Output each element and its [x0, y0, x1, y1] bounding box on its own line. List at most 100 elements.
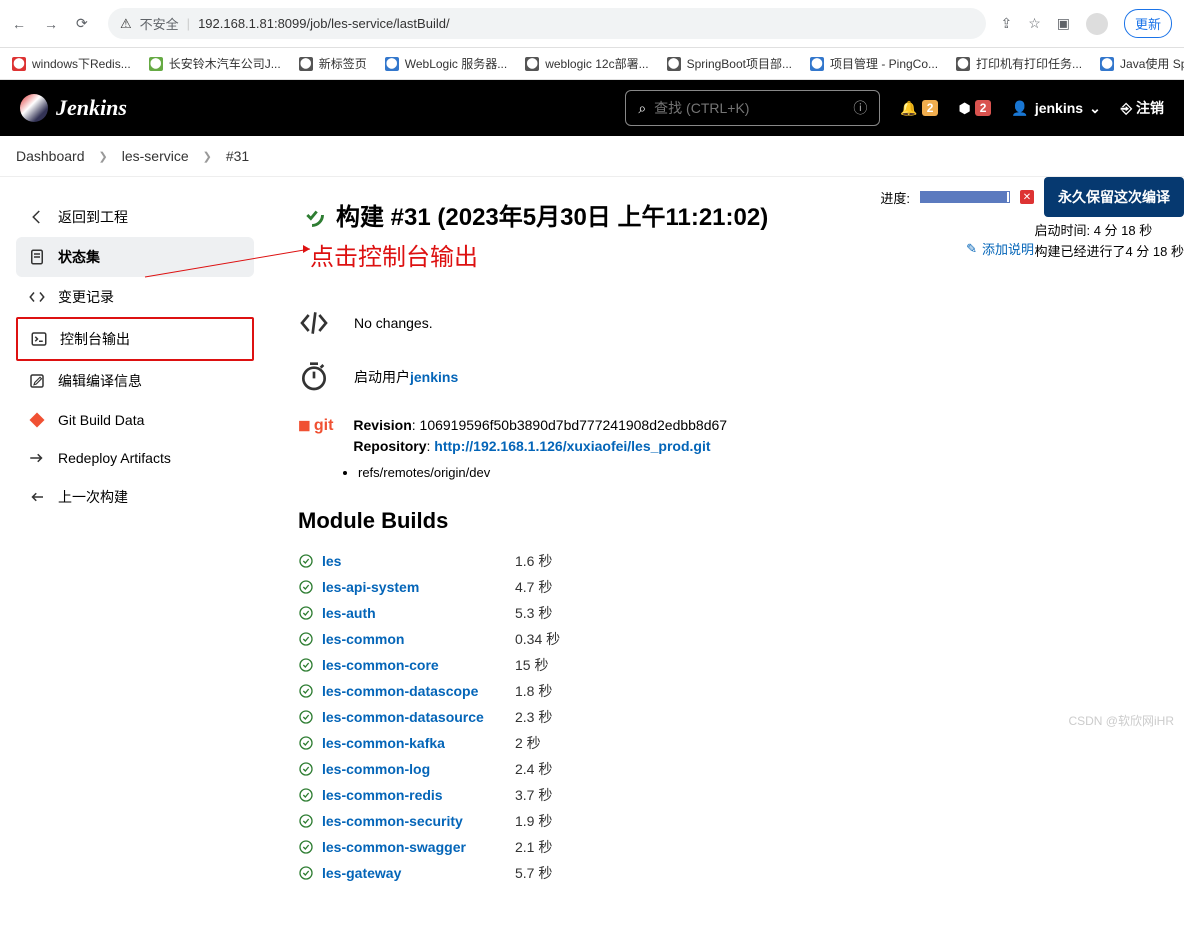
module-duration: 0.34 秒	[515, 629, 560, 649]
user-name: jenkins	[1035, 100, 1083, 116]
repo-link[interactable]: http://192.168.1.126/xuxiaofei/les_prod.…	[434, 438, 710, 454]
jenkins-logo[interactable]: Jenkins	[20, 94, 127, 122]
sidebar-item-git[interactable]: Git Build Data	[16, 401, 254, 439]
module-link[interactable]: les-api-system	[322, 579, 507, 595]
sidebar-item-label: 状态集	[58, 247, 100, 267]
module-row: les1.6 秒	[298, 548, 1156, 574]
success-icon	[298, 553, 314, 569]
sidebar-item-arrow-left[interactable]: 返回到工程	[16, 197, 254, 237]
success-icon	[298, 605, 314, 621]
favicon-icon: ⬤	[525, 57, 539, 71]
insecure-label: 不安全	[140, 14, 179, 33]
sidebar-item-label: 控制台输出	[60, 329, 130, 349]
help-icon[interactable]: ⓘ	[853, 98, 867, 118]
sidebar-item-terminal[interactable]: 控制台输出	[16, 317, 254, 361]
module-duration: 1.8 秒	[515, 681, 552, 701]
insecure-icon: ⚠	[120, 16, 132, 32]
module-link[interactable]: les-common	[322, 631, 507, 647]
success-spin-icon	[298, 201, 326, 229]
shield-icon[interactable]: ⬢	[958, 100, 970, 117]
module-row: les-common-security1.9 秒	[298, 808, 1156, 834]
bookmark-label: WebLogic 服务器...	[405, 55, 507, 72]
module-duration: 15 秒	[515, 655, 548, 675]
search-input[interactable]	[654, 100, 845, 116]
keep-build-button[interactable]: 永久保留这次编译	[1044, 177, 1184, 217]
search-box[interactable]: ⌕ ⓘ	[625, 90, 880, 126]
success-icon	[298, 839, 314, 855]
bookmark-item[interactable]: ⬤ WebLogic 服务器...	[385, 55, 507, 72]
favicon-icon: ⬤	[667, 57, 681, 71]
panel-icon[interactable]: ▣	[1057, 15, 1070, 32]
no-changes-text: No changes.	[354, 315, 433, 331]
bookmark-item[interactable]: ⬤Java使用 Springbo...	[1100, 55, 1184, 72]
sidebar-item-label: 变更记录	[58, 287, 114, 307]
revision-label: Revision	[353, 417, 411, 433]
jenkins-brand-text: Jenkins	[56, 95, 127, 121]
module-link[interactable]: les-common-redis	[322, 787, 507, 803]
module-link[interactable]: les-gateway	[322, 865, 507, 881]
success-icon	[298, 761, 314, 777]
reload-icon[interactable]: ⟳	[76, 15, 94, 32]
module-link[interactable]: les-common-security	[322, 813, 507, 829]
logout-button[interactable]: ⎆ 注销	[1121, 98, 1164, 118]
update-button[interactable]: 更新	[1124, 9, 1172, 38]
bookmark-item[interactable]: ⬤打印机有打印任务...	[956, 55, 1082, 72]
success-icon	[298, 735, 314, 751]
sidebar-item-edit[interactable]: 编辑编译信息	[16, 361, 254, 401]
favicon-icon: ⬤	[385, 57, 399, 71]
jenkins-header: Jenkins ⌕ ⓘ 🔔 2 ⬢ 2 👤 jenkins ⌄ ⎆ 注销	[0, 80, 1184, 136]
module-link[interactable]: les-common-datasource	[322, 709, 507, 725]
back-icon[interactable]: ←	[12, 16, 30, 32]
cancel-build-icon[interactable]: ✕	[1020, 190, 1034, 204]
bookmark-label: 项目管理 - PingCo...	[830, 55, 938, 72]
running-label: 构建已经进行了4 分 18 秒	[1034, 242, 1184, 263]
bookmark-item[interactable]: ⬤windows下Redis...	[12, 55, 131, 72]
module-row: les-common 0.34 秒	[298, 626, 1156, 652]
module-link[interactable]: les-common-swagger	[322, 839, 507, 855]
code-icon	[28, 288, 46, 306]
module-link[interactable]: les-common-core	[322, 657, 507, 673]
profile-icon[interactable]	[1086, 13, 1108, 35]
crumb-job[interactable]: les-service	[122, 148, 189, 164]
bookmark-item[interactable]: ⬤新标签页	[299, 55, 367, 72]
crumb-dashboard[interactable]: Dashboard	[16, 148, 85, 164]
bell-icon[interactable]: 🔔	[900, 100, 917, 117]
started-label: 启动时间:	[1034, 223, 1090, 238]
notif-count-2: 2	[975, 100, 992, 116]
module-link[interactable]: les-common-log	[322, 761, 507, 777]
module-row: les-auth 5.3 秒	[298, 600, 1156, 626]
started-by-text: 启动用户jenkins	[354, 367, 458, 387]
module-row: les-common-log2.4 秒	[298, 756, 1156, 782]
bookmark-item[interactable]: ⬤weblogic 12c部署...	[525, 55, 648, 72]
module-link[interactable]: les	[322, 553, 507, 569]
share-icon[interactable]: ⇪	[1000, 15, 1012, 32]
user-menu[interactable]: 👤 jenkins ⌄	[1011, 100, 1100, 117]
module-duration: 5.7 秒	[515, 863, 552, 883]
module-link[interactable]: les-common-kafka	[322, 735, 507, 751]
star-icon[interactable]: ☆	[1028, 15, 1041, 32]
module-link[interactable]: les-auth	[322, 605, 507, 621]
sidebar-item-redeploy[interactable]: Redeploy Artifacts	[16, 439, 254, 477]
bookmark-item[interactable]: ⬤SpringBoot项目部...	[667, 55, 792, 72]
sidebar-item-code[interactable]: 变更记录	[16, 277, 254, 317]
edit-icon	[28, 372, 46, 390]
git-icon: ◆git	[298, 415, 333, 436]
started-by-user-link[interactable]: jenkins	[410, 369, 458, 385]
crumb-build[interactable]: #31	[226, 148, 249, 164]
url-bar[interactable]: ⚠ 不安全 | 192.168.1.81:8099/job/les-servic…	[108, 8, 986, 39]
favicon-icon: ⬤	[149, 57, 163, 71]
success-icon	[298, 865, 314, 881]
progress-block: 进度: ✕ 永久保留这次编译	[880, 177, 1184, 217]
page-title: 构建 #31 (2023年5月30日 上午11:21:02)	[336, 197, 768, 232]
module-link[interactable]: les-common-datascope	[322, 683, 507, 699]
add-description-link[interactable]: ✎ 添加说明	[966, 239, 1034, 258]
bookmark-item[interactable]: ⬤长安铃木汽车公司J...	[149, 55, 281, 72]
bookmark-label: windows下Redis...	[32, 55, 131, 72]
sidebar-item-arrow-left2[interactable]: 上一次构建	[16, 477, 254, 517]
success-icon	[298, 709, 314, 725]
forward-icon[interactable]: →	[44, 16, 62, 32]
module-duration: 2.1 秒	[515, 837, 552, 857]
bookmark-item[interactable]: ⬤项目管理 - PingCo...	[810, 55, 938, 72]
module-duration: 5.3 秒	[515, 603, 552, 623]
module-duration: 2 秒	[515, 733, 541, 753]
